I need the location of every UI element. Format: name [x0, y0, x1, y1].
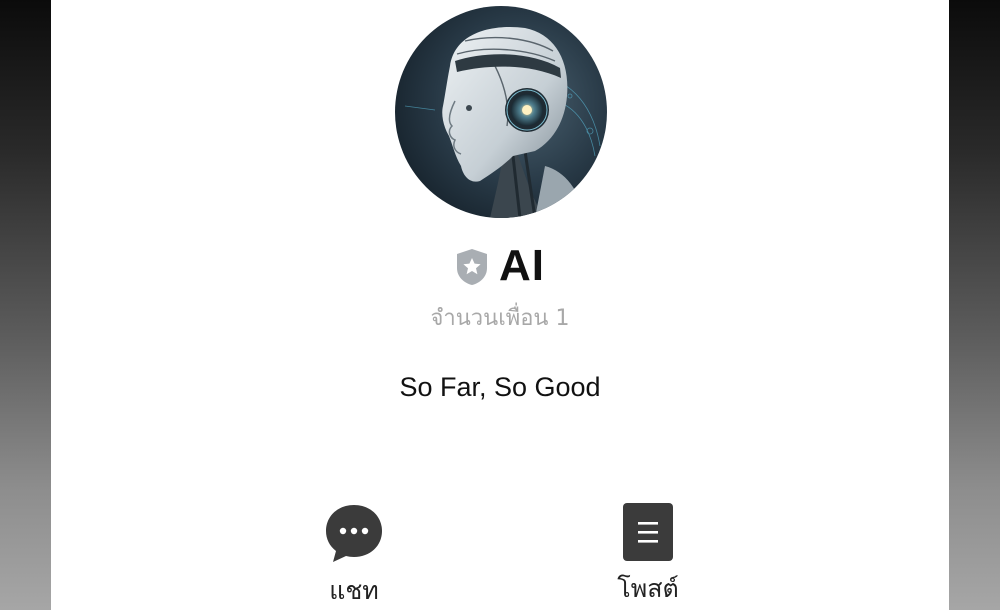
profile-name: AI — [499, 241, 545, 290]
chat-button[interactable]: แชท — [294, 502, 414, 606]
post-button-label: โพสต์ — [617, 574, 679, 603]
profile-avatar[interactable] — [395, 6, 607, 218]
post-button[interactable]: โพสต์ — [588, 502, 708, 604]
status-message: So Far, So Good — [399, 372, 601, 402]
chat-bubble-icon — [326, 505, 382, 562]
right-backdrop — [949, 0, 1000, 610]
robot-avatar-icon — [395, 6, 607, 218]
profile-name-row: AI — [51, 240, 949, 292]
left-backdrop — [0, 0, 51, 610]
profile-panel: AI จำนวนเพื่อน 1 So Far, So Good แชท โพส… — [51, 0, 949, 610]
friends-count: จำนวนเพื่อน 1 — [430, 306, 570, 331]
shield-star-icon — [457, 249, 487, 285]
post-document-icon — [623, 503, 673, 561]
chat-button-label: แชท — [329, 576, 379, 605]
